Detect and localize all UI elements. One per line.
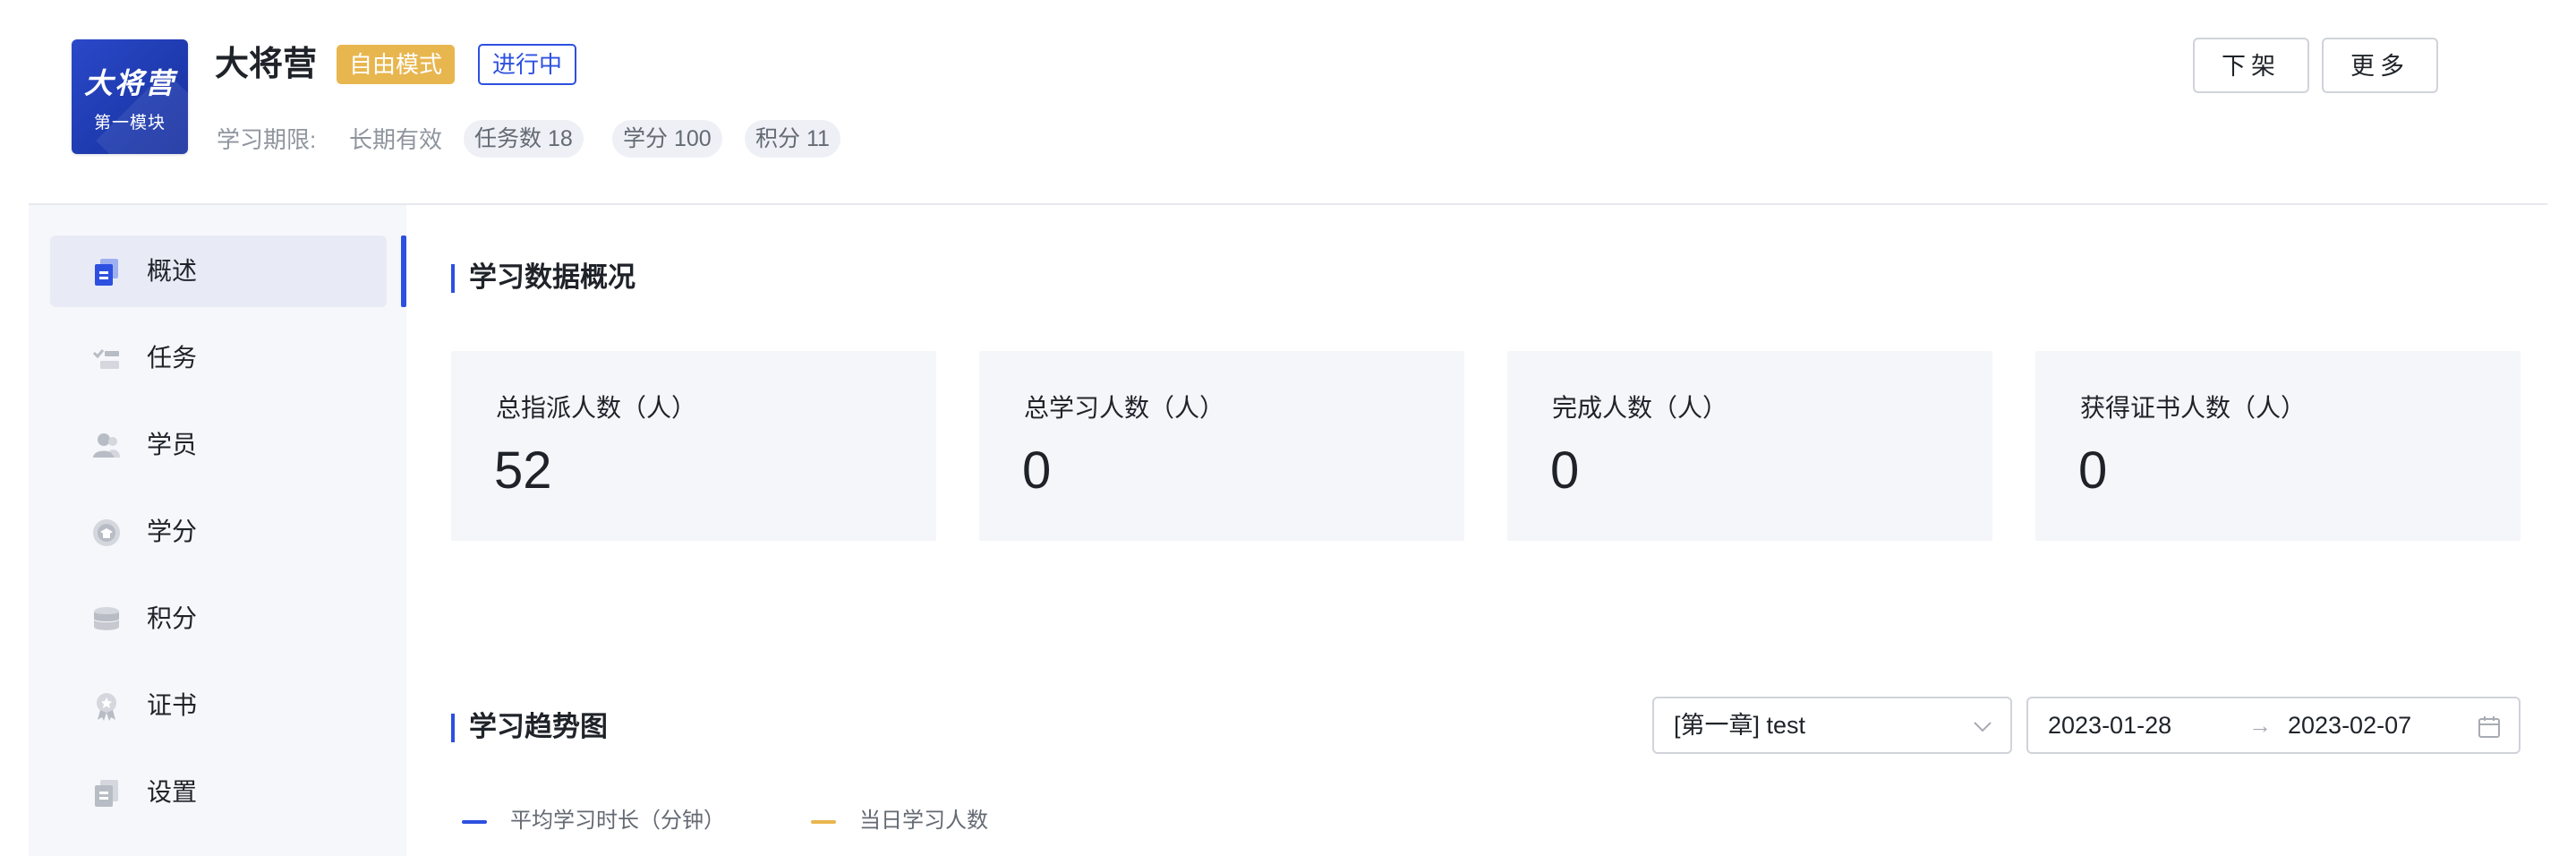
study-period-label: 学习期限: <box>217 126 317 153</box>
credit-icon <box>93 519 120 546</box>
sidebar-item-students[interactable]: 学员 <box>50 409 387 481</box>
sidebar-item-credits[interactable]: 学分 <box>50 496 387 568</box>
trend-section-title: 学习趋势图 <box>451 709 608 745</box>
offshelf-button[interactable]: 下架 <box>2193 38 2309 93</box>
sidebar-item-label: 设置 <box>147 778 198 806</box>
sidebar-item-label: 学员 <box>147 431 198 458</box>
legend-swatch <box>811 820 836 824</box>
sidebar-nav: 概述 任务 学员 学分 积分 证书 设置 <box>29 205 406 856</box>
date-range-picker[interactable]: 2023-01-28 → 2023-02-07 <box>2026 697 2521 754</box>
task-count-chip: 任务数 18 <box>464 120 584 158</box>
cover-subtitle: 第一模块 <box>93 114 166 133</box>
student-icon <box>93 433 120 458</box>
stat-value: 0 <box>1022 441 1052 500</box>
date-end-input[interactable]: 2023-02-07 <box>2288 698 2411 752</box>
points-icon <box>94 607 119 630</box>
calendar-icon <box>2478 716 2500 738</box>
study-period-value: 长期有效 <box>349 126 443 153</box>
sidebar-item-points[interactable]: 积分 <box>50 583 387 655</box>
legend-label: 当日学习人数 <box>859 809 988 833</box>
legend-daily-learners[interactable]: 当日学习人数 <box>811 808 988 835</box>
sidebar-item-label: 学分 <box>147 518 198 545</box>
course-cover-image: 大将营 第一模块 <box>72 39 188 154</box>
more-button[interactable]: 更多 <box>2322 38 2438 93</box>
sidebar-item-certificate[interactable]: 证书 <box>50 670 387 741</box>
overview-icon <box>95 259 118 286</box>
stat-card-assigned: 总指派人数（人） 52 <box>451 351 936 541</box>
legend-swatch <box>462 820 487 824</box>
legend-label: 平均学习时长（分钟） <box>510 809 725 833</box>
stat-value: 52 <box>494 441 552 500</box>
stat-label: 总学习人数（人） <box>1024 394 1225 422</box>
status-badge: 进行中 <box>478 44 577 85</box>
sidebar-item-overview[interactable]: 概述 <box>50 235 406 307</box>
stat-label: 获得证书人数（人） <box>2080 394 2307 422</box>
chapter-select-value: [第一章] test <box>1674 712 1806 739</box>
sidebar-item-label: 证书 <box>147 691 198 719</box>
sidebar-item-tasks[interactable]: 任务 <box>50 322 387 394</box>
stat-label: 总指派人数（人） <box>496 394 697 422</box>
stat-card-certified: 获得证书人数（人） 0 <box>2035 351 2521 541</box>
course-header: 大将营 第一模块 大将营 自由模式 进行中 学习期限: 长期有效 任务数 18 … <box>29 0 2547 205</box>
stat-value: 0 <box>1550 441 1580 500</box>
credit-chip: 学分 100 <box>612 120 722 158</box>
chapter-select[interactable]: [第一章] test <box>1652 697 2012 754</box>
stat-value: 0 <box>2078 441 2108 500</box>
mode-tag: 自由模式 <box>337 45 456 84</box>
settings-icon <box>95 780 118 807</box>
sidebar-item-label: 任务 <box>147 344 198 372</box>
points-chip: 积分 11 <box>745 120 840 158</box>
legend-avg-study-time[interactable]: 平均学习时长（分钟） <box>462 808 725 835</box>
sidebar-item-label: 积分 <box>147 604 198 632</box>
sidebar-item-settings[interactable]: 设置 <box>50 757 387 828</box>
date-start-input[interactable]: 2023-01-28 <box>2048 698 2171 752</box>
sidebar-item-label: 概述 <box>147 257 198 285</box>
certificate-icon <box>97 693 116 721</box>
course-title: 大将营 <box>215 46 318 83</box>
stat-label: 完成人数（人） <box>1552 394 1728 422</box>
chevron-down-icon <box>1974 722 1992 732</box>
task-icon <box>92 349 119 369</box>
overview-section-title: 学习数据概况 <box>451 260 635 295</box>
stat-card-completed: 完成人数（人） 0 <box>1507 351 1992 541</box>
stat-card-learners: 总学习人数（人） 0 <box>979 351 1464 541</box>
cover-title: 大将营 <box>83 66 175 100</box>
date-range-separator: → <box>2248 712 2272 739</box>
